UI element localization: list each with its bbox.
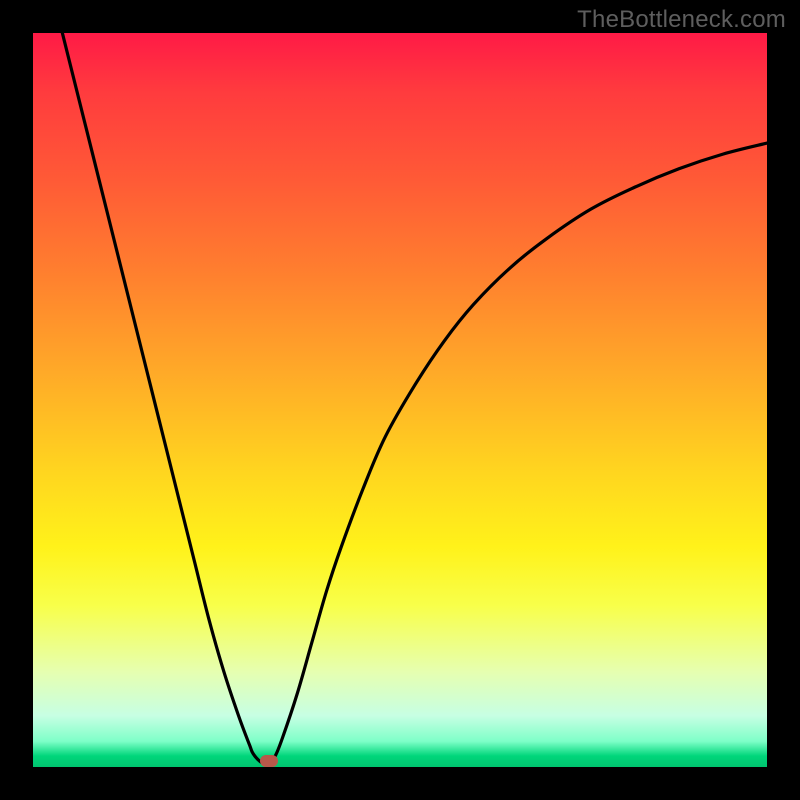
curve-left-arm [62, 33, 268, 765]
curve-right-arm [268, 143, 767, 765]
bottleneck-curve [33, 33, 767, 767]
plot-area [33, 33, 767, 767]
chart-frame: TheBottleneck.com [0, 0, 800, 800]
watermark-text: TheBottleneck.com [577, 6, 786, 34]
bottleneck-marker [260, 755, 278, 767]
